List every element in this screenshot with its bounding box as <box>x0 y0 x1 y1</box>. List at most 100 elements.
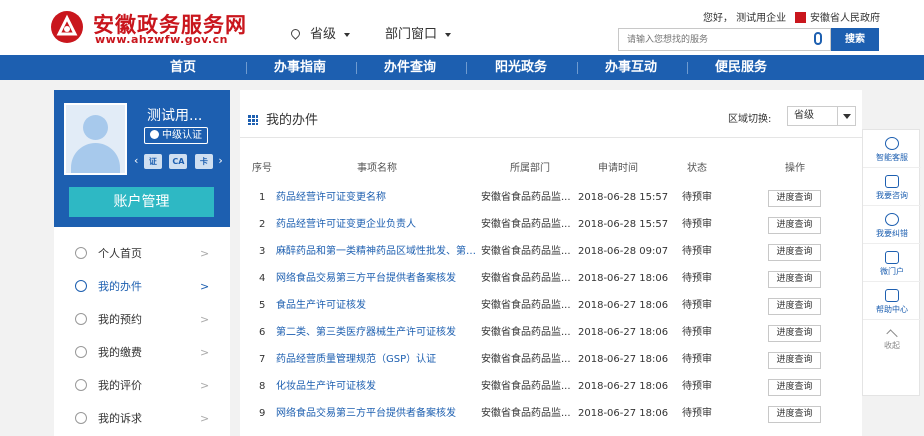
carousel-next-icon[interactable]: › <box>218 154 222 167</box>
progress-query-button[interactable]: 进度查询 <box>768 217 821 234</box>
nav-item-guide[interactable]: 办事指南 <box>245 55 355 80</box>
carousel-prev-icon[interactable]: ‹ <box>134 154 138 167</box>
progress-query-button[interactable]: 进度查询 <box>768 325 821 342</box>
department-label: 部门窗口 <box>385 27 438 42</box>
float-item-report-error[interactable]: 我要纠错 <box>863 206 921 244</box>
progress-query-button[interactable]: 进度查询 <box>768 298 821 315</box>
table-row: 4 网络食品交易第三方平台提供者备案核发 安徽省食品药品监... 2018-06… <box>240 265 862 292</box>
chat-icon <box>75 412 87 424</box>
chevron-right-icon: > <box>200 346 210 359</box>
clock-icon <box>75 313 87 325</box>
progress-query-button[interactable]: 进度查询 <box>768 379 821 396</box>
float-item-micro-portal[interactable]: 微门户 <box>863 244 921 282</box>
float-item-label: 智能客服 <box>876 153 908 162</box>
sidebar-item-label: 我的评价 <box>98 379 142 392</box>
row-index: 2 <box>259 219 266 230</box>
row-status: 待预审 <box>682 408 712 419</box>
progress-query-button[interactable]: 进度查询 <box>768 244 821 261</box>
table-row: 9 网络食品交易第三方平台提供者备案核发 安徽省食品药品监... 2018-06… <box>240 400 862 427</box>
float-item-help-center[interactable]: 帮助中心 <box>863 282 921 320</box>
row-item-name-link[interactable]: 网络食品交易第三方平台提供者备案核发 <box>276 265 476 292</box>
chevron-down-icon <box>344 32 351 37</box>
chevron-down-icon[interactable] <box>837 107 855 125</box>
sidebar-item-label: 我的办件 <box>98 280 142 293</box>
table-row: 3 麻醉药品和第一类精神药品区域性批发、第二... 安徽省食品药品监... 20… <box>240 238 862 265</box>
id-card-icon[interactable]: 证 <box>143 154 162 169</box>
region-select[interactable]: 省级 <box>787 106 856 126</box>
ca-cert-icon[interactable]: CA <box>169 154 188 169</box>
sidebar-item-payments[interactable]: 我的缴费 > <box>54 336 230 369</box>
sidebar-item-label: 个人首页 <box>98 247 142 260</box>
avatar[interactable] <box>64 103 127 175</box>
row-item-name-link[interactable]: 麻醉药品和第一类精神药品区域性批发、第二... <box>276 238 476 265</box>
row-item-name-link[interactable]: 药品经营质量管理规范（GSP）认证 <box>276 346 476 373</box>
sidebar-item-appeals[interactable]: 我的诉求 > <box>54 402 230 435</box>
row-item-name-link[interactable]: 网络食品交易第三方平台提供者备案核发 <box>276 400 476 427</box>
progress-query-button[interactable]: 进度查询 <box>768 271 821 288</box>
gov-link[interactable]: 安徽省人民政府 <box>795 9 880 24</box>
monitor-icon <box>885 251 899 264</box>
progress-query-button[interactable]: 进度查询 <box>768 406 821 423</box>
row-time: 2018-06-28 15:57 <box>578 192 669 203</box>
row-department: 安徽省食品药品监... <box>481 381 571 392</box>
row-index: 9 <box>259 408 266 419</box>
column-header-time: 申请时间 <box>598 163 638 174</box>
row-time: 2018-06-27 18:06 <box>578 327 669 338</box>
my-cases-panel: 我的办件 区域切换: 省级 序号 事项名称 所属部门 申请时间 状态 操作 1 … <box>240 90 862 436</box>
payment-icon <box>75 346 87 358</box>
smart-card-icon[interactable]: 卡 <box>194 154 213 169</box>
row-department: 安徽省食品药品监... <box>481 219 571 230</box>
progress-query-button[interactable]: 进度查询 <box>768 352 821 369</box>
float-item-consult[interactable]: 我要咨询 <box>863 168 921 206</box>
table-row: 7 药品经营质量管理规范（GSP）认证 安徽省食品药品监... 2018-06-… <box>240 346 862 373</box>
auth-method-carousel: ‹ 证 CA 卡 › <box>134 154 223 170</box>
table-row: 1 药品经营许可证变更名称 安徽省食品药品监... 2018-06-28 15:… <box>240 184 862 211</box>
nav-item-query[interactable]: 办件查询 <box>355 55 465 80</box>
row-index: 6 <box>259 327 266 338</box>
row-index: 4 <box>259 273 266 284</box>
float-item-smart-service[interactable]: 智能客服 <box>863 130 921 168</box>
user-icon <box>75 247 87 259</box>
row-status: 待预审 <box>682 192 712 203</box>
nav-item-services[interactable]: 便民服务 <box>686 55 796 80</box>
row-time: 2018-06-27 18:06 <box>578 300 669 311</box>
robot-icon <box>885 137 899 150</box>
grid-icon <box>248 115 258 125</box>
gov-emblem-icon <box>795 12 806 23</box>
row-status: 待预审 <box>682 327 712 338</box>
progress-query-button[interactable]: 进度查询 <box>768 190 821 207</box>
row-item-name-link[interactable]: 化妆品生产许可证核发 <box>276 373 476 400</box>
float-item-collapse[interactable]: 收起 <box>863 320 921 358</box>
account-management-button[interactable]: 账户管理 <box>69 187 214 217</box>
nav-item-interaction[interactable]: 办事互动 <box>576 55 686 80</box>
review-icon <box>75 379 87 391</box>
location-selector[interactable]: 省级 <box>289 23 351 42</box>
search-button[interactable]: 搜索 <box>831 28 879 51</box>
microphone-icon[interactable] <box>814 32 822 45</box>
department-window-dropdown[interactable]: 部门窗口 <box>385 23 452 42</box>
row-time: 2018-06-27 18:06 <box>578 354 669 365</box>
check-icon <box>150 130 159 139</box>
logo-icon[interactable] <box>50 10 84 44</box>
sidebar-item-home[interactable]: 个人首页 > <box>54 237 230 270</box>
sidebar-item-label: 我的缴费 <box>98 346 142 359</box>
float-item-label: 我要咨询 <box>876 191 908 200</box>
sidebar-item-my-cases[interactable]: 我的办件 > <box>54 270 230 303</box>
float-item-label: 微门户 <box>880 267 904 276</box>
sidebar-item-appointments[interactable]: 我的预约 > <box>54 303 230 336</box>
username: 测试用... <box>147 108 203 124</box>
search-input[interactable] <box>619 29 799 50</box>
row-time: 2018-06-28 15:57 <box>578 219 669 230</box>
row-item-name-link[interactable]: 药品经营许可证变更名称 <box>276 184 476 211</box>
avatar-body <box>71 143 120 173</box>
row-item-name-link[interactable]: 第二类、第三类医疗器械生产许可证核发 <box>276 319 476 346</box>
row-status: 待预审 <box>682 300 712 311</box>
nav-item-affairs[interactable]: 阳光政务 <box>466 55 576 80</box>
row-item-name-link[interactable]: 食品生产许可证核发 <box>276 292 476 319</box>
nav-item-home[interactable]: 首页 <box>128 55 238 80</box>
row-department: 安徽省食品药品监... <box>481 327 571 338</box>
chevron-down-icon <box>445 32 452 37</box>
sidebar-item-reviews[interactable]: 我的评价 > <box>54 369 230 402</box>
row-item-name-link[interactable]: 药品经营许可证变更企业负责人 <box>276 211 476 238</box>
divider <box>240 137 862 138</box>
